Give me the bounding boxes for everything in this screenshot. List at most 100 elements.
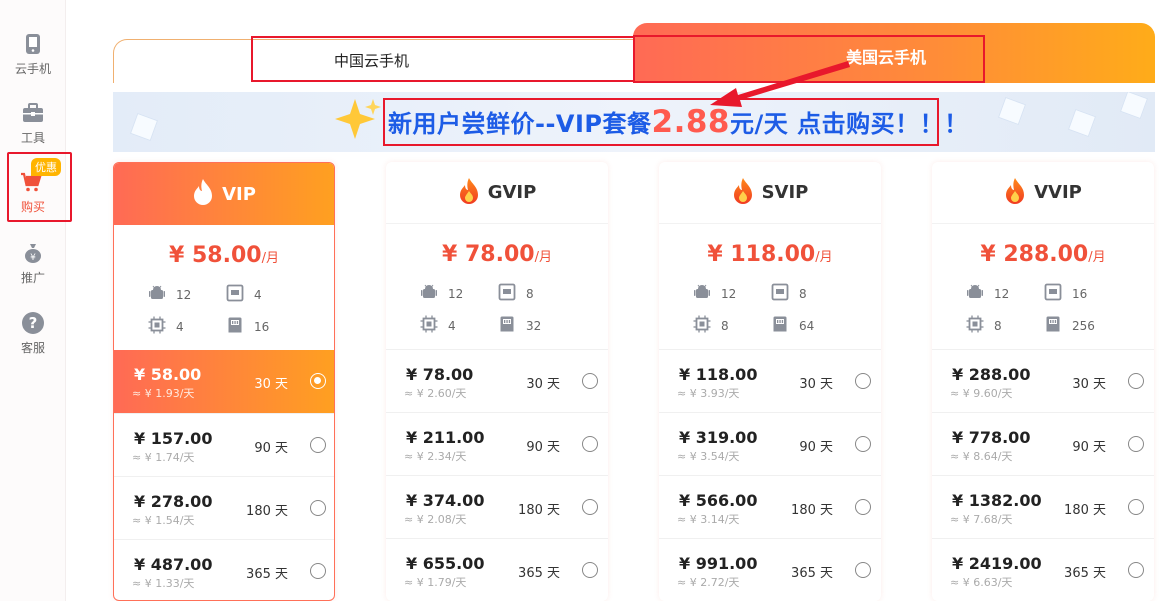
option-radio[interactable]: [1128, 373, 1144, 389]
option-amount: ¥ 1382.00: [952, 491, 1042, 510]
annotation-arrow-icon: [710, 61, 850, 107]
plan-option-row[interactable]: ¥ 778.00 ≈ ¥ 8.64/天 90 天: [932, 412, 1154, 475]
plan-option-row[interactable]: ¥ 991.00 ≈ ¥ 2.72/天 365 天: [659, 538, 881, 601]
sidebar-item-label: 推广: [20, 271, 45, 285]
option-amount: ¥ 991.00: [679, 554, 758, 573]
option-radio[interactable]: [855, 436, 871, 452]
plan-header: VVIP: [932, 162, 1154, 224]
phone-icon: [26, 34, 40, 54]
plan-options: ¥ 118.00 ≈ ¥ 3.93/天 30 天 ¥ 319.00 ≈ ¥ 3.54/天…: [659, 349, 881, 601]
option-radio[interactable]: [855, 562, 871, 578]
decor-cube: [997, 96, 1027, 126]
option-daily-price: ≈ ¥ 3.14/天: [677, 513, 740, 526]
option-radio[interactable]: [855, 373, 871, 389]
option-radio[interactable]: [1128, 562, 1144, 578]
option-radio[interactable]: [310, 563, 326, 579]
option-duration: 30 天: [1072, 377, 1106, 392]
option-radio[interactable]: [582, 373, 598, 389]
spec-value: 16: [1072, 287, 1088, 301]
option-duration: 30 天: [254, 377, 288, 392]
plan-option-row[interactable]: ¥ 278.00 ≈ ¥ 1.54/天 180 天: [114, 476, 334, 539]
flame-icon: [1004, 177, 1026, 209]
plan-price: ¥ 58.00/月: [114, 243, 334, 268]
plan-card-gvip[interactable]: GVIP ¥ 78.00/月 12 8 4 32 ¥ 78.00 ≈ ¥ 2.60/天 30 天…: [386, 162, 608, 601]
decor-cube: [1119, 92, 1149, 120]
plan-header: VIP: [114, 163, 334, 225]
svg-text:?: ?: [29, 314, 38, 332]
option-amount: ¥ 288.00: [952, 365, 1031, 384]
option-radio[interactable]: [582, 562, 598, 578]
option-radio[interactable]: [582, 499, 598, 515]
option-duration: 90 天: [1072, 440, 1106, 455]
option-daily-price: ≈ ¥ 7.68/天: [950, 513, 1013, 526]
plan-option-row[interactable]: ¥ 1382.00 ≈ ¥ 7.68/天 180 天: [932, 475, 1154, 538]
spec-value: 12: [994, 287, 1010, 301]
plan-option-row[interactable]: ¥ 487.00 ≈ ¥ 1.33/天 365 天: [114, 539, 334, 600]
option-amount: ¥ 319.00: [679, 428, 758, 447]
option-radio[interactable]: [310, 500, 326, 516]
plan-price: ¥ 78.00/月: [386, 242, 608, 267]
option-daily-price: ≈ ¥ 1.54/天: [132, 514, 195, 527]
option-duration: 30 天: [799, 377, 833, 392]
flame-icon: [458, 177, 480, 209]
plan-option-row[interactable]: ¥ 374.00 ≈ ¥ 2.08/天 180 天: [386, 475, 608, 538]
sidebar-item-cloud-phone[interactable]: 云手机: [0, 32, 66, 94]
option-duration: 90 天: [254, 441, 288, 456]
plan-name: VIP: [222, 183, 256, 205]
option-duration: 90 天: [799, 440, 833, 455]
option-radio[interactable]: [855, 499, 871, 515]
plan-price-period: /月: [815, 250, 833, 265]
option-amount: ¥ 487.00: [134, 555, 213, 574]
plan-option-row[interactable]: ¥ 566.00 ≈ ¥ 3.14/天 180 天: [659, 475, 881, 538]
option-radio[interactable]: [1128, 499, 1144, 515]
toolbox-icon: [23, 103, 43, 122]
plan-specs: 12 4 4 16: [114, 268, 334, 344]
option-daily-price: ≈ ¥ 2.72/天: [677, 576, 740, 589]
plan-specs: 12 8 8 64: [659, 267, 881, 343]
plan-option-row[interactable]: ¥ 2419.00 ≈ ¥ 6.63/天 365 天: [932, 538, 1154, 601]
option-daily-price: ≈ ¥ 1.33/天: [132, 577, 195, 590]
plan-header: GVIP: [386, 162, 608, 224]
plan-option-row[interactable]: ¥ 211.00 ≈ ¥ 2.34/天 90 天: [386, 412, 608, 475]
plan-price-period: /月: [534, 250, 552, 265]
plan-option-row[interactable]: ¥ 58.00 ≈ ¥ 1.93/天 30 天: [114, 350, 334, 413]
plan-option-row[interactable]: ¥ 319.00 ≈ ¥ 3.54/天 90 天: [659, 412, 881, 475]
plan-card-vip[interactable]: VIP ¥ 58.00/月 12 4 4 16 ¥ 58.00 ≈ ¥ 1.93/天 30 天 ¥…: [113, 162, 335, 601]
option-amount: ¥ 778.00: [952, 428, 1031, 447]
sidebar-item-support[interactable]: ? 客服: [0, 311, 66, 373]
plan-option-row[interactable]: ¥ 78.00 ≈ ¥ 2.60/天 30 天: [386, 349, 608, 412]
decor-cube: [129, 112, 159, 142]
option-daily-price: ≈ ¥ 3.54/天: [677, 450, 740, 463]
option-radio[interactable]: [1128, 436, 1144, 452]
plan-price: ¥ 118.00/月: [659, 242, 881, 267]
plan-card-svip[interactable]: SVIP ¥ 118.00/月 12 8 8 64 ¥ 118.00 ≈ ¥ 3.93/天 30…: [659, 162, 881, 601]
annotation-box-tab-china: [251, 36, 651, 82]
plan-price-amount: ¥ 288.00: [980, 242, 1089, 267]
money-bag-icon: ¥: [25, 244, 41, 263]
option-daily-price: ≈ ¥ 9.60/天: [950, 387, 1013, 400]
option-amount: ¥ 118.00: [679, 365, 758, 384]
option-radio[interactable]: [310, 373, 326, 389]
sidebar-item-promote[interactable]: ¥ 推广: [0, 241, 66, 303]
option-amount: ¥ 2419.00: [952, 554, 1042, 573]
option-daily-price: ≈ ¥ 8.64/天: [950, 450, 1013, 463]
option-duration: 180 天: [246, 504, 288, 519]
plan-card-vvip[interactable]: VVIP ¥ 288.00/月 12 16 8 256 ¥ 288.00 ≈ ¥ 9.60/天…: [932, 162, 1154, 601]
plan-option-row[interactable]: ¥ 655.00 ≈ ¥ 1.79/天 365 天: [386, 538, 608, 601]
option-duration: 365 天: [791, 566, 833, 581]
option-amount: ¥ 655.00: [406, 554, 485, 573]
option-duration: 365 天: [518, 566, 560, 581]
plan-option-row[interactable]: ¥ 288.00 ≈ ¥ 9.60/天 30 天: [932, 349, 1154, 412]
svg-text:¥: ¥: [30, 253, 36, 263]
plan-header: SVIP: [659, 162, 881, 224]
sparkle-icon: [335, 99, 381, 139]
plan-price-amount: ¥ 118.00: [707, 242, 816, 267]
plan-option-row[interactable]: ¥ 118.00 ≈ ¥ 3.93/天 30 天: [659, 349, 881, 412]
option-radio[interactable]: [310, 437, 326, 453]
spec-value: 8: [526, 287, 534, 301]
plan-option-row[interactable]: ¥ 157.00 ≈ ¥ 1.74/天 90 天: [114, 413, 334, 476]
spec-value: 12: [176, 288, 192, 302]
option-radio[interactable]: [582, 436, 598, 452]
option-daily-price: ≈ ¥ 2.08/天: [404, 513, 467, 526]
plan-options: ¥ 288.00 ≈ ¥ 9.60/天 30 天 ¥ 778.00 ≈ ¥ 8.64/天…: [932, 349, 1154, 601]
